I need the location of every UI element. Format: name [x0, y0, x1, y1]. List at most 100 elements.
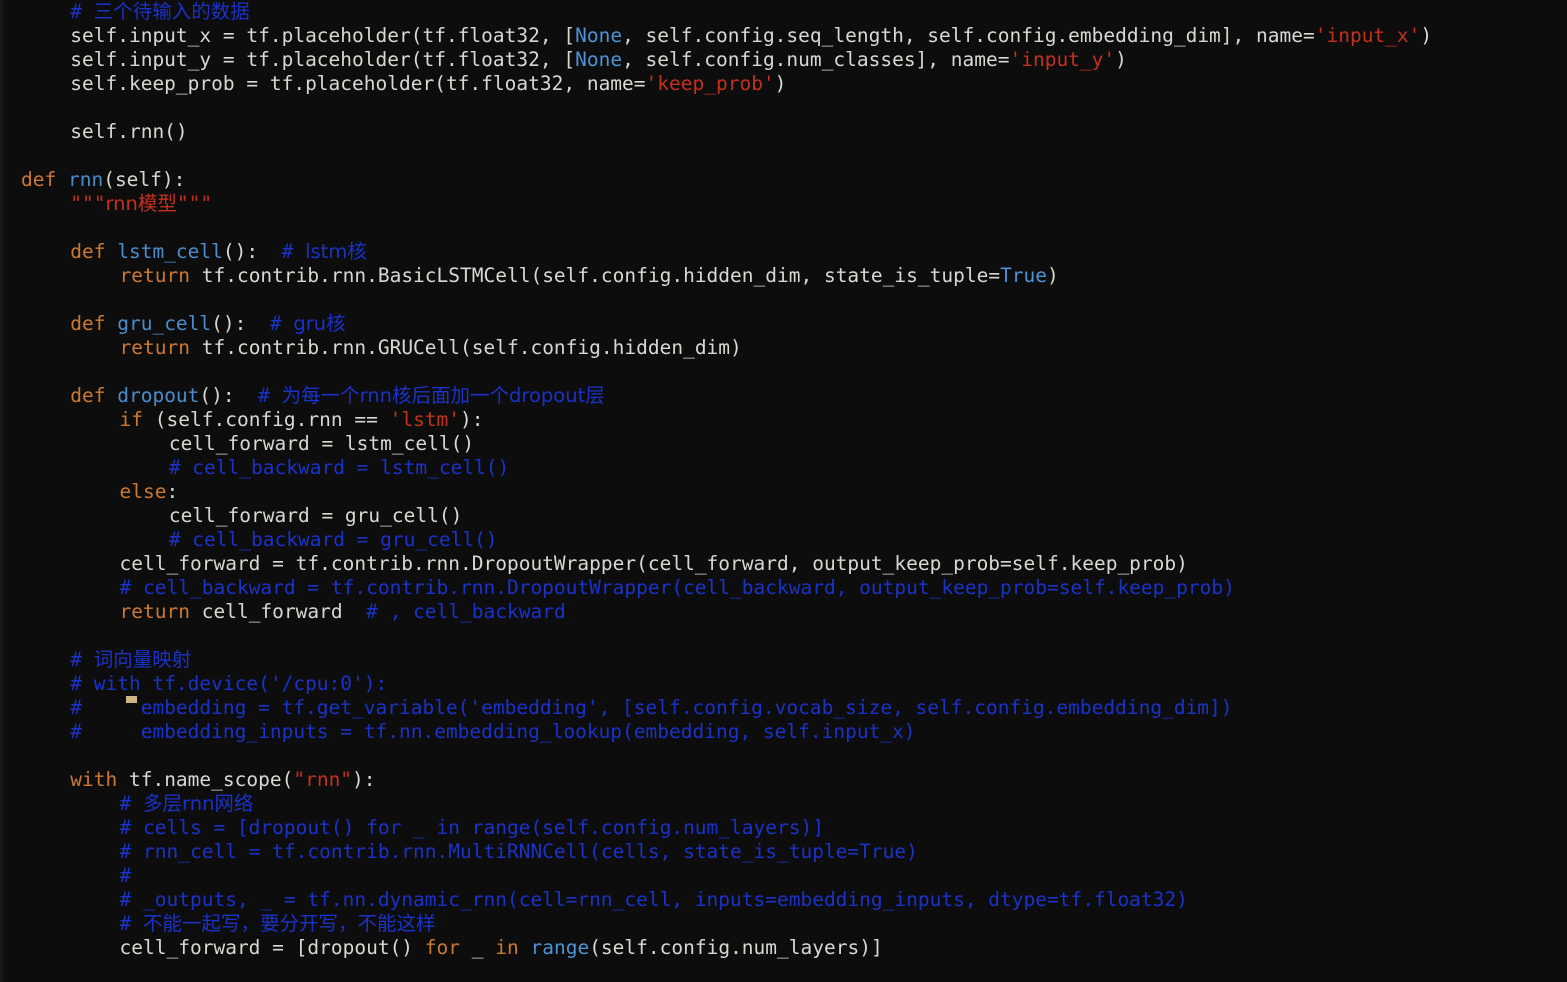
code-line[interactable]: # 词向量映射 — [21, 648, 1567, 672]
code-line[interactable]: def gru_cell(): # gru核 — [21, 312, 1567, 336]
code-line[interactable]: cell_forward = tf.contrib.rnn.DropoutWra… — [21, 552, 1567, 576]
token-comment: # — [70, 0, 94, 23]
token-keyword: with — [70, 768, 129, 791]
token-plain: self.rnn() — [70, 120, 188, 143]
code-line[interactable]: # cells = [dropout() for _ in range(self… — [21, 816, 1567, 840]
token-plain: self.input_y = tf.placeholder(tf.float32… — [70, 48, 576, 71]
code-content-area[interactable]: # 三个待输入的数据 self.input_x = tf.placeholder(… — [21, 0, 1567, 960]
token-plain: ) — [1115, 48, 1127, 71]
token-comment: 词向量映射 — [93, 648, 192, 671]
code-line[interactable]: def dropout(): # 为每一个rnn核后面加一个dropout层 — [21, 384, 1567, 408]
code-line[interactable]: else: — [21, 480, 1567, 504]
code-line[interactable] — [21, 624, 1567, 648]
code-line[interactable]: # — [21, 864, 1567, 888]
token-plain: ): — [352, 768, 376, 791]
token-string: "rnn" — [293, 768, 353, 791]
token-comment: 为每一个rnn核后面加一个dropout层 — [281, 384, 605, 407]
token-plain: , self.config.num_classes], name= — [622, 48, 1010, 71]
token-func: lstm_cell — [117, 240, 223, 263]
token-keyword: for — [424, 936, 472, 959]
token-builtin: True — [1000, 264, 1048, 287]
token-comment: 不能一起写，要分开写，不能这样 — [143, 912, 436, 935]
token-plain: self.input_x = tf.placeholder(tf.float32… — [70, 24, 576, 47]
token-keyword: in — [495, 936, 531, 959]
code-line[interactable]: # 多层rnn网络 — [21, 792, 1567, 816]
token-func: dropout — [117, 384, 200, 407]
code-line[interactable]: if (self.config.rnn == 'lstm'): — [21, 408, 1567, 432]
editor-gutter-strip — [0, 0, 3, 982]
token-string: 'lstm' — [389, 408, 461, 431]
token-comment: gru核 — [293, 312, 346, 335]
code-line[interactable] — [21, 744, 1567, 768]
token-keyword: else — [119, 480, 167, 503]
token-string: 'input_x' — [1314, 24, 1421, 47]
token-string: """ — [70, 192, 106, 215]
token-keyword: def — [21, 168, 68, 191]
code-line[interactable]: self.rnn() — [21, 120, 1567, 144]
code-line[interactable]: """rnn模型""" — [21, 192, 1567, 216]
token-plain: cell_forward = gru_cell() — [168, 504, 463, 527]
token-comment: 多层rnn网络 — [143, 792, 254, 815]
token-comment: # embedding_inputs = tf.nn.embedding_loo… — [70, 720, 916, 743]
token-string: 'input_y' — [1009, 48, 1116, 71]
code-line[interactable]: def rnn(self): — [21, 168, 1567, 192]
token-comment: # cell_backward = tf.contrib.rnn.Dropout… — [119, 576, 1235, 599]
token-comment: # , cell_backward — [366, 600, 566, 623]
code-line[interactable] — [21, 288, 1567, 312]
token-comment: # — [119, 792, 144, 815]
code-line[interactable]: cell_forward = gru_cell() — [21, 504, 1567, 528]
code-line[interactable]: # cell_backward = tf.contrib.rnn.Dropout… — [21, 576, 1567, 600]
token-comment: # _outputs, _ = tf.nn.dynamic_rnn(cell=r… — [119, 888, 1188, 911]
code-line[interactable] — [21, 96, 1567, 120]
code-line[interactable]: # cell_backward = gru_cell() — [21, 528, 1567, 552]
token-plain: tf.contrib.rnn.BasicLSTMCell(self.config… — [201, 264, 1001, 287]
token-comment: # cell_backward = lstm_cell() — [168, 456, 510, 479]
code-line[interactable]: self.input_x = tf.placeholder(tf.float32… — [21, 24, 1567, 48]
code-line[interactable]: # 不能一起写，要分开写，不能这样 — [21, 912, 1567, 936]
token-comment: # — [269, 312, 294, 335]
token-string: """ — [176, 192, 213, 215]
code-line[interactable]: with tf.name_scope("rnn"): — [21, 768, 1567, 792]
code-line[interactable]: self.keep_prob = tf.placeholder(tf.float… — [21, 72, 1567, 96]
code-line[interactable]: return cell_forward # , cell_backward — [21, 600, 1567, 624]
token-comment: # — [281, 240, 306, 263]
token-comment: # with tf.device('/cpu:0'): — [70, 672, 388, 695]
token-builtin: None — [575, 48, 623, 71]
code-line[interactable]: def lstm_cell(): # lstm核 — [21, 240, 1567, 264]
code-line[interactable]: self.input_y = tf.placeholder(tf.float32… — [21, 48, 1567, 72]
code-line[interactable]: # _outputs, _ = tf.nn.dynamic_rnn(cell=r… — [21, 888, 1567, 912]
code-line[interactable]: # embedding_inputs = tf.nn.embedding_loo… — [21, 720, 1567, 744]
token-plain: (): — [222, 240, 282, 263]
code-line[interactable]: cell_forward = [dropout() for _ in range… — [21, 936, 1567, 960]
token-plain: cell_forward = lstm_cell() — [168, 432, 475, 455]
code-line[interactable] — [21, 360, 1567, 384]
token-plain: ) — [774, 72, 787, 95]
code-line[interactable] — [21, 144, 1567, 168]
token-keyword: def — [70, 384, 118, 407]
token-plain: cell_forward = [dropout() — [119, 936, 425, 959]
token-keyword: return — [119, 336, 202, 359]
token-plain: (self.config.num_layers)] — [589, 936, 883, 959]
code-line[interactable]: cell_forward = lstm_cell() — [21, 432, 1567, 456]
token-keyword: if — [119, 408, 155, 431]
code-line[interactable]: # rnn_cell = tf.contrib.rnn.MultiRNNCell… — [21, 840, 1567, 864]
code-line[interactable]: return tf.contrib.rnn.BasicLSTMCell(self… — [21, 264, 1567, 288]
code-line[interactable]: # embedding = tf.get_variable('embedding… — [21, 696, 1567, 720]
code-line[interactable] — [21, 216, 1567, 240]
token-plain: (): — [211, 312, 270, 335]
code-line[interactable]: return tf.contrib.rnn.GRUCell(self.confi… — [21, 336, 1567, 360]
code-line[interactable]: # 三个待输入的数据 — [21, 0, 1567, 24]
code-line[interactable]: # cell_backward = lstm_cell() — [21, 456, 1567, 480]
token-plain: (self.config.rnn == — [154, 408, 390, 431]
token-builtin: None — [575, 24, 623, 47]
token-plain: ) — [1420, 24, 1433, 47]
token-comment: # — [119, 912, 144, 935]
token-plain: : — [166, 480, 179, 503]
code-line[interactable]: # with tf.device('/cpu:0'): — [21, 672, 1567, 696]
token-plain: ): — [460, 408, 484, 431]
token-plain: (self): — [103, 168, 186, 191]
token-plain: cell_forward — [201, 600, 367, 623]
code-editor-viewport[interactable]: # 三个待输入的数据 self.input_x = tf.placeholder(… — [0, 0, 1567, 982]
token-func: rnn — [67, 168, 104, 191]
token-keyword: def — [70, 312, 118, 335]
